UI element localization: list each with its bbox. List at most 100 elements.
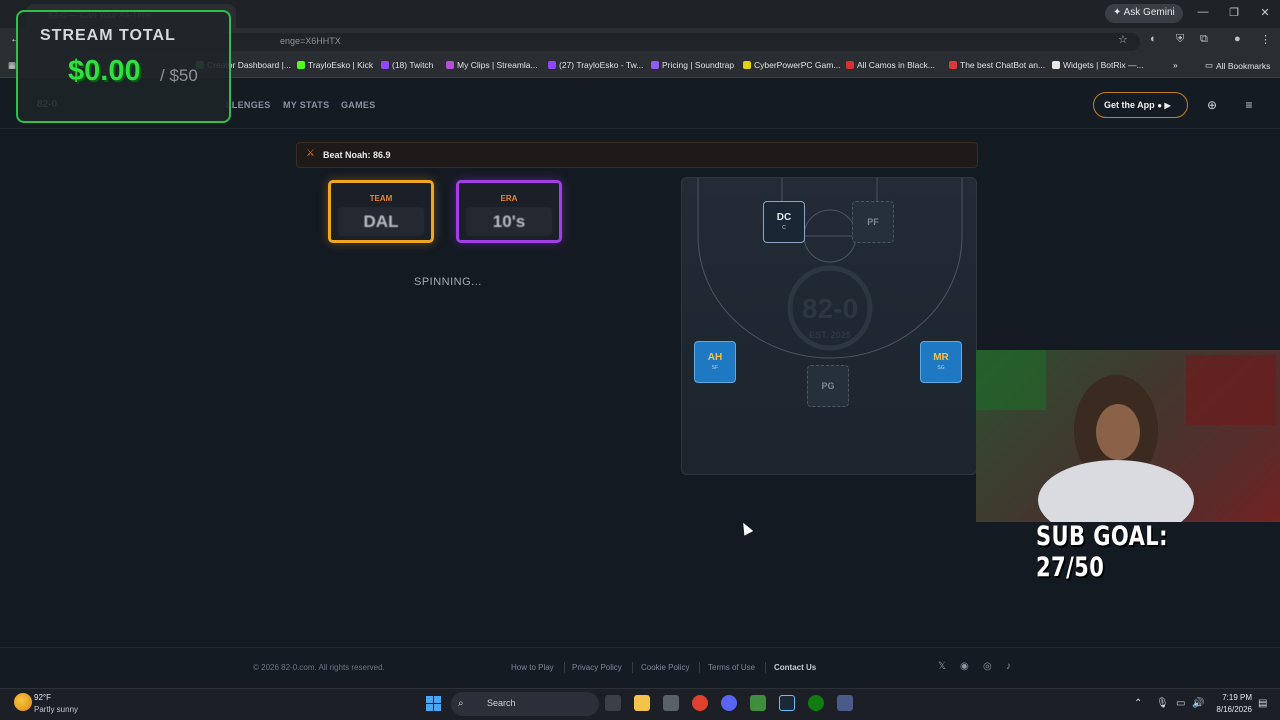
- position-label: PF: [867, 217, 879, 227]
- steam-icon[interactable]: [779, 695, 795, 711]
- search-label: Search: [487, 698, 516, 708]
- bookmark-star-icon[interactable]: ☆: [1118, 33, 1128, 46]
- bookmark-label: (18) Twitch: [392, 60, 434, 70]
- app-icon[interactable]: [750, 695, 766, 711]
- footer-how-to-play[interactable]: How to Play: [511, 663, 554, 672]
- crossed-swords-icon: ⚔: [306, 148, 315, 159]
- position-pg-slot[interactable]: PG: [807, 365, 849, 407]
- bookmark-twitch-channel[interactable]: (27) TrayloEsko - Tw...: [548, 60, 643, 70]
- discord-icon[interactable]: ◉: [960, 661, 969, 672]
- twitch-favicon-icon: [381, 61, 389, 69]
- play-store-icon: ▶: [1164, 101, 1171, 110]
- bookmark-soundtrap[interactable]: Pricing | Soundtrap: [651, 60, 734, 70]
- bookmark-label: The best ChatBot an...: [960, 60, 1046, 70]
- bookmark-label: Pricing | Soundtrap: [662, 60, 735, 70]
- apple-icon: ●: [1157, 101, 1163, 110]
- bookmark-twitch[interactable]: (18) Twitch: [381, 60, 433, 70]
- bookmark-streamlabs[interactable]: My Clips | Streamla...: [446, 60, 538, 70]
- position-sg-slot[interactable]: MR SG: [920, 341, 962, 383]
- court-watermark-sub: EST. 2025: [809, 330, 851, 340]
- bookmark-label: All Camos in Black...: [857, 60, 935, 70]
- hamburger-menu-icon[interactable]: ≡: [1241, 97, 1257, 113]
- footer-terms[interactable]: Terms of Use: [708, 663, 755, 672]
- stream-total-title: STREAM TOTAL: [40, 27, 176, 44]
- globe-icon[interactable]: ⊕: [1204, 97, 1220, 113]
- footer-divider: [765, 662, 766, 673]
- all-bookmarks-label: All Bookmarks: [1216, 60, 1271, 71]
- app-icon[interactable]: [837, 695, 853, 711]
- file-explorer-icon[interactable]: [634, 695, 650, 711]
- close-icon[interactable]: ✕: [1257, 6, 1273, 19]
- address-bar[interactable]: enge=X6HHTX: [80, 33, 1140, 51]
- kick-favicon-icon: [297, 61, 305, 69]
- get-app-label: Get the App: [1104, 100, 1155, 110]
- notification-icon[interactable]: ▤: [1258, 698, 1267, 709]
- position-sf-slot[interactable]: AH SF: [694, 341, 736, 383]
- bookmark-botrix[interactable]: Widgets | BotRix —...: [1052, 60, 1144, 70]
- discord-taskbar-icon[interactable]: [721, 695, 737, 711]
- all-bookmarks-folder[interactable]: ▭ All Bookmarks: [1205, 60, 1270, 71]
- ask-gemini-label: Ask Gemini: [1123, 7, 1175, 18]
- xbox-icon[interactable]: [808, 695, 824, 711]
- get-the-app-button[interactable]: Get the App ● ▶: [1093, 92, 1188, 118]
- bookmark-favicon-icon: [651, 61, 659, 69]
- footer-privacy-policy[interactable]: Privacy Policy: [572, 663, 622, 672]
- bookmark-chatbot[interactable]: The best ChatBot an...: [949, 60, 1045, 70]
- bookmark-kick[interactable]: TrayloEsko | Kick: [297, 60, 373, 70]
- team-label: TEAM: [369, 194, 393, 203]
- bookmark-label: (27) TrayloEsko - Tw...: [559, 60, 644, 70]
- streamer-silhouette: [976, 350, 1280, 522]
- x-social-icon[interactable]: 𝕏: [938, 661, 946, 672]
- profile-avatar-icon[interactable]: ●: [1234, 33, 1241, 45]
- clock-date[interactable]: 8/16/2026: [1210, 705, 1252, 714]
- weather-sun-icon[interactable]: [14, 693, 32, 711]
- puzzle-icon[interactable]: ⧉: [1200, 33, 1208, 46]
- weather-temp[interactable]: 92°F: [34, 693, 51, 702]
- network-icon[interactable]: ▭: [1176, 698, 1185, 709]
- taskbar-search[interactable]: Search: [451, 692, 599, 716]
- footer-cookie-policy[interactable]: Cookie Policy: [641, 663, 689, 672]
- windows-start-icon[interactable]: [426, 696, 441, 711]
- bookmark-favicon-icon: [949, 61, 957, 69]
- chrome-icon[interactable]: [692, 695, 708, 711]
- player-initials: AH: [707, 352, 723, 363]
- instagram-icon[interactable]: ◎: [983, 661, 992, 672]
- mouse-cursor: [738, 520, 754, 536]
- player-initials: DC: [776, 212, 792, 223]
- store-icon[interactable]: [663, 695, 679, 711]
- footer-divider: [699, 662, 700, 673]
- twitch-favicon-icon: [548, 61, 556, 69]
- site-footer: [0, 647, 1280, 688]
- task-view-icon[interactable]: [605, 695, 621, 711]
- clock-time[interactable]: 7:19 PM: [1218, 693, 1252, 702]
- position-pf-slot[interactable]: PF: [852, 201, 894, 243]
- position-label: SG: [937, 365, 945, 371]
- position-center-slot[interactable]: DC C: [763, 201, 805, 243]
- position-label: SF: [711, 365, 719, 371]
- era-slot-card: ERA 10's: [456, 180, 562, 243]
- shield-icon[interactable]: ⛨: [1176, 33, 1184, 46]
- microphone-icon[interactable]: 🎙: [1156, 698, 1169, 709]
- extension-icon[interactable]: ◐: [1150, 33, 1157, 45]
- bookmarks-overflow-icon[interactable]: »: [1173, 60, 1178, 70]
- bookmark-camos[interactable]: All Camos in Black...: [846, 60, 935, 70]
- bookmark-cyberpower[interactable]: CyberPowerPC Gam...: [743, 60, 840, 70]
- ask-gemini-button[interactable]: ✦ Ask Gemini: [1105, 4, 1183, 23]
- weather-condition[interactable]: Partly sunny: [34, 705, 78, 714]
- bookmark-label: Widgets | BotRix —...: [1063, 60, 1144, 70]
- beat-target-banner: Beat Noah: 86.9: [296, 142, 978, 168]
- volume-icon[interactable]: 🔊: [1192, 698, 1204, 709]
- bookmark-label: CyberPowerPC Gam...: [754, 60, 841, 70]
- nav-games[interactable]: GAMES: [341, 100, 376, 110]
- more-menu-icon[interactable]: ⋮: [1260, 33, 1271, 46]
- sub-goal-overlay: SUB GOAL: 27/50: [1036, 521, 1168, 583]
- stream-total-amount: $0.00: [68, 55, 141, 87]
- nav-my-stats[interactable]: MY STATS: [283, 100, 329, 110]
- apps-grid-icon[interactable]: ▦: [8, 60, 16, 71]
- tray-overflow-icon[interactable]: ⌃: [1134, 698, 1142, 709]
- minimize-icon[interactable]: —: [1195, 6, 1211, 18]
- maximize-icon[interactable]: ❐: [1226, 6, 1242, 19]
- tiktok-icon[interactable]: ♪: [1006, 661, 1011, 672]
- footer-contact-us[interactable]: Contact Us: [774, 663, 816, 672]
- nav-challenges[interactable]: LLENGES: [226, 100, 271, 110]
